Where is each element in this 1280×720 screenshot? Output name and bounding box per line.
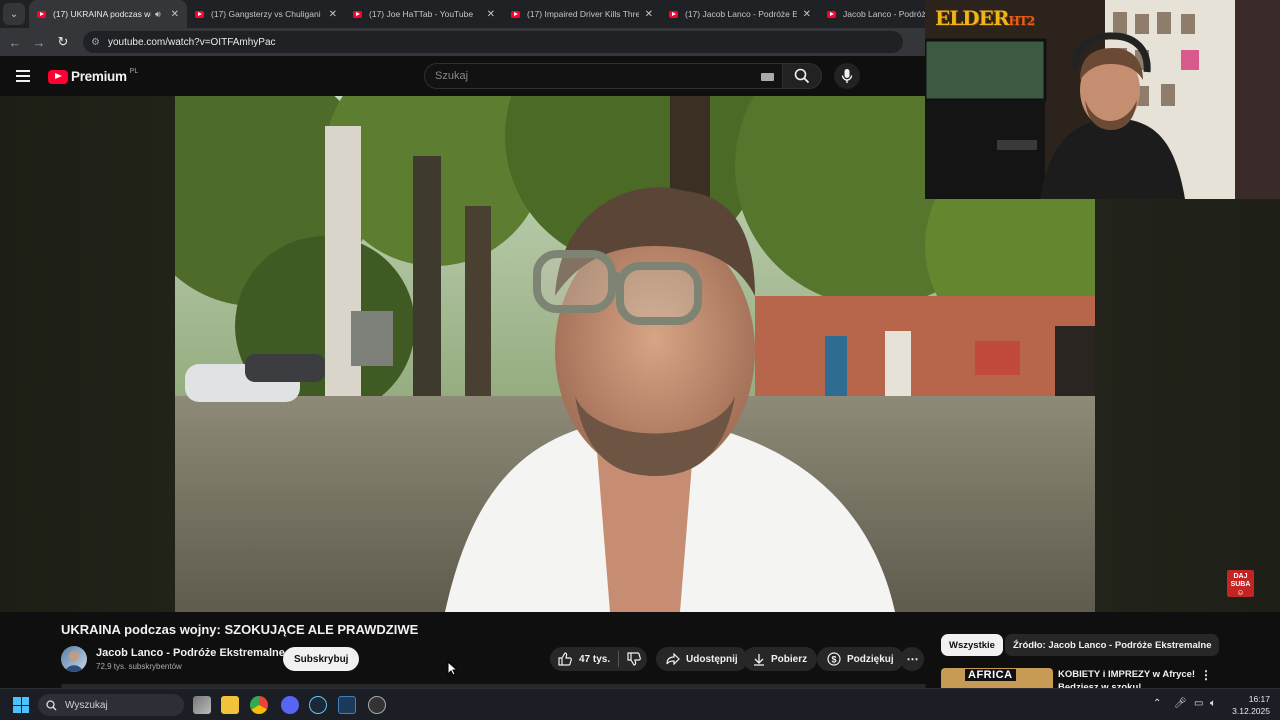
obs-icon[interactable]: [368, 696, 386, 714]
more-actions-button[interactable]: ⋯: [900, 647, 924, 671]
tab-title: (17) Gangsterzy vs Chuligani - Y: [211, 9, 323, 19]
screen: ⌄ (17) UKRAINA podczas wojny 🔊︎ ✕ (17) G…: [0, 0, 1280, 720]
tab-title: (17) Joe HaTTab - YouTube: [369, 9, 474, 19]
youtube-favicon-icon: [37, 10, 46, 18]
url-text: youtube.com/watch?v=OITFAmhyPac: [107, 36, 276, 48]
app-window-icon[interactable]: [338, 696, 356, 714]
channel-name[interactable]: Jacob Lanco - Podróże Ekstremalne: [96, 647, 285, 659]
taskbar-clock[interactable]: 16:17 3.12.2025: [1226, 693, 1270, 717]
windows-taskbar: Wyszukaj ⌃ 🎤︎ ▭ 🔈︎ 16:17 3.12.2025: [0, 688, 1280, 720]
share-icon: [666, 653, 680, 665]
taskbar-search-input[interactable]: Wyszukaj: [38, 694, 184, 716]
search-placeholder: Szukaj: [435, 70, 469, 82]
youtube-favicon-icon: [353, 10, 362, 18]
subscriber-count: 72,9 tys. subskrybentów: [96, 662, 182, 671]
youtube-favicon-icon: [511, 10, 520, 18]
thumbnail-text: AFRICA: [965, 669, 1016, 681]
youtube-premium-logo[interactable]: Premium PL: [48, 68, 139, 84]
chrome-icon[interactable]: [250, 696, 268, 714]
subscribe-button[interactable]: Subskrybuj: [283, 647, 360, 671]
thumbs-down-icon: [627, 652, 642, 666]
avatar-image: [65, 651, 83, 672]
share-label: Udostępnij: [686, 653, 738, 665]
file-explorer-icon[interactable]: [221, 696, 239, 714]
recommendation-menu-icon[interactable]: ⋮: [1200, 668, 1212, 682]
browser-tab[interactable]: (17) Jacob Lanco - Podróże Ekst ✕: [661, 0, 819, 28]
clock-date: 3.12.2025: [1232, 706, 1270, 716]
search-button[interactable]: [782, 63, 822, 89]
browser-tab[interactable]: (17) Joe HaTTab - YouTube ✕: [345, 0, 503, 28]
clock-time: 16:17: [1248, 694, 1270, 704]
microphone-icon: [841, 69, 853, 83]
youtube-favicon-icon: [669, 10, 678, 18]
thanks-label: Podziękuj: [847, 653, 894, 665]
video-title: UKRAINA podczas wojny: SZOKUJĄCE ALE PRA…: [61, 622, 419, 637]
like-divider: [618, 651, 620, 667]
reload-icon[interactable]: ↻: [51, 34, 75, 50]
tab-search-button[interactable]: ⌄: [3, 3, 25, 25]
logo-text: Premium: [71, 69, 127, 84]
dislike-button[interactable]: [627, 652, 642, 666]
mouse-cursor-icon: [447, 661, 457, 676]
recommended-video-thumbnail[interactable]: AFRICA: [941, 668, 1053, 690]
taskbar-search-label: Wyszukaj: [65, 699, 108, 711]
streamer-webcam-overlay: ELDERHT2: [925, 0, 1280, 199]
youtube-play-icon: [48, 69, 68, 84]
svg-text:$: $: [831, 655, 836, 665]
youtube-favicon-icon: [827, 10, 836, 18]
browser-tab-active[interactable]: (17) UKRAINA podczas wojny 🔊︎ ✕: [29, 0, 187, 28]
chip-all[interactable]: Wszystkie: [941, 634, 1003, 656]
browser-tab[interactable]: (17) Impaired Driver Kills Three ✕: [503, 0, 661, 28]
recommended-video-title[interactable]: KOBIETY i IMPREZY w Afryce! Będziesz w s…: [1058, 668, 1198, 688]
like-count: 47 tys.: [579, 653, 611, 665]
thumbs-up-icon: [558, 652, 572, 666]
site-info-icon[interactable]: ⚙︎: [91, 37, 100, 48]
like-dislike-group: 47 tys.: [550, 647, 647, 671]
tray-overflow-icon[interactable]: ⌃: [1153, 698, 1161, 709]
back-arrow-icon[interactable]: ←: [3, 35, 27, 50]
tab-close-icon[interactable]: ✕: [329, 9, 337, 20]
search-input[interactable]: Szukaj: [424, 63, 782, 89]
channel-avatar[interactable]: [61, 646, 87, 672]
chip-source-channel[interactable]: Źródło: Jacob Lanco - Podróże Ekstremaln…: [1005, 634, 1220, 656]
youtube-favicon-icon: [195, 10, 204, 18]
tab-title: (17) Jacob Lanco - Podróże Ekst: [685, 9, 797, 19]
tab-title: (17) UKRAINA podczas wojny: [53, 9, 151, 19]
share-button[interactable]: Udostępnij: [656, 647, 748, 671]
super-thanks-icon: $: [827, 652, 841, 666]
menu-hamburger-icon[interactable]: [16, 70, 30, 82]
thanks-button[interactable]: $ Podziękuj: [817, 647, 904, 671]
steam-icon[interactable]: [309, 696, 327, 714]
daj-suba-badge: DAJ SUBA ☺: [1227, 570, 1254, 597]
voice-search-button[interactable]: [834, 63, 860, 89]
tray-mic-icon[interactable]: 🎤︎: [1174, 698, 1187, 709]
region-code: PL: [129, 68, 139, 75]
task-view-icon[interactable]: [193, 696, 211, 714]
like-button[interactable]: 47 tys.: [550, 652, 610, 666]
tab-close-icon[interactable]: ✕: [645, 9, 653, 20]
tab-close-icon[interactable]: ✕: [171, 9, 179, 20]
windows-start-icon[interactable]: [13, 697, 29, 713]
browser-tab[interactable]: (17) Gangsterzy vs Chuligani - Y ✕: [187, 0, 345, 28]
tab-close-icon[interactable]: ✕: [487, 9, 495, 20]
tab-close-icon[interactable]: ✕: [803, 9, 811, 20]
search-icon: [46, 699, 57, 710]
forward-arrow-icon[interactable]: →: [27, 35, 51, 50]
speaker-icon[interactable]: 🔊︎: [155, 9, 161, 20]
streamer-logo: ELDERHT2: [935, 6, 1035, 30]
tab-title: (17) Impaired Driver Kills Three: [527, 9, 639, 19]
url-field[interactable]: ⚙︎ youtube.com/watch?v=OITFAmhyPac: [83, 31, 903, 53]
download-button[interactable]: Pobierz: [743, 647, 818, 671]
download-icon: [754, 653, 764, 666]
download-label: Pobierz: [771, 653, 808, 665]
tray-network-icon[interactable]: ▭: [1194, 698, 1203, 709]
tray-volume-icon[interactable]: 🔈︎: [1210, 698, 1216, 709]
search-icon: [794, 68, 810, 84]
discord-icon[interactable]: [281, 696, 299, 714]
keyboard-icon[interactable]: [761, 73, 774, 81]
